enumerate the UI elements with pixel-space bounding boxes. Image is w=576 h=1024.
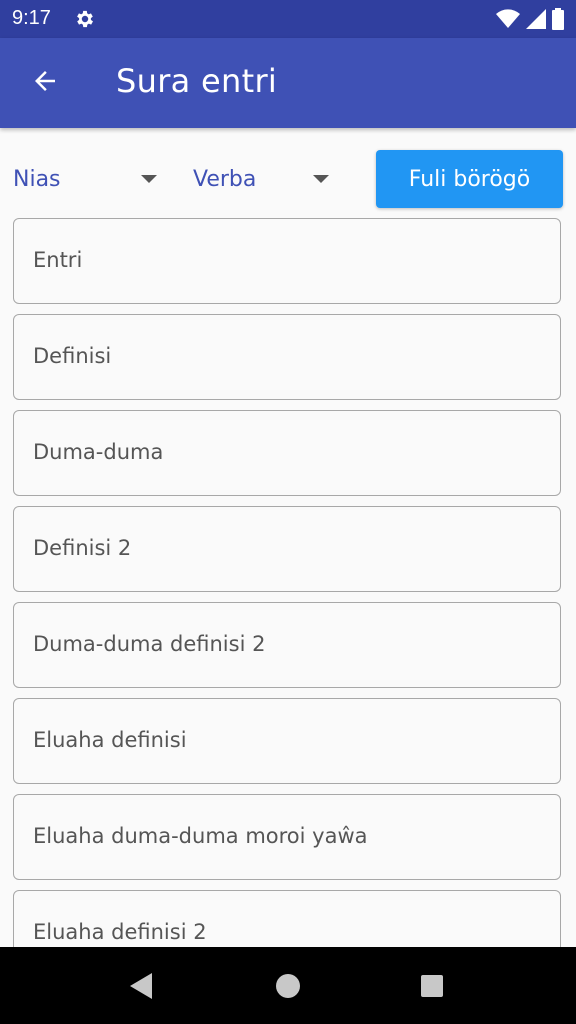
entry-field[interactable]: Entri <box>13 218 561 304</box>
status-bar: 9:17 <box>0 0 576 38</box>
back-button[interactable] <box>22 60 68 106</box>
field-placeholder: Definisi <box>33 344 112 368</box>
part-of-speech-dropdown[interactable]: Verba <box>193 150 335 208</box>
screen: 9:17 Sura entri Nias Verba Fuli börögö E… <box>0 0 576 1024</box>
signal-icon <box>526 9 546 33</box>
submit-button[interactable]: Fuli börögö <box>376 150 563 208</box>
page-title: Sura entri <box>116 62 278 100</box>
field-placeholder: Definisi 2 <box>33 536 132 560</box>
definition-translation-field[interactable]: Eluaha definisi <box>13 698 561 784</box>
app-bar: Sura entri <box>0 38 576 128</box>
field-placeholder: Duma-duma definisi 2 <box>33 632 266 656</box>
definition-2-translation-field[interactable]: Eluaha definisi 2 <box>13 890 561 948</box>
example-field[interactable]: Duma-duma <box>13 410 561 496</box>
example-translation-field[interactable]: Eluaha duma-duma moroi yaŵa <box>13 794 561 880</box>
gear-icon <box>74 8 96 30</box>
nav-recents-icon[interactable] <box>421 975 443 997</box>
definition-2-field[interactable]: Definisi 2 <box>13 506 561 592</box>
caret-down-icon <box>141 175 157 183</box>
battery-icon <box>552 8 564 34</box>
nav-back-icon[interactable] <box>130 973 152 999</box>
nav-home-icon[interactable] <box>276 974 300 998</box>
wifi-icon <box>496 9 520 33</box>
caret-down-icon <box>313 175 329 183</box>
system-nav-bar <box>0 947 576 1024</box>
controls-row: Nias Verba Fuli börögö <box>0 150 576 208</box>
field-placeholder: Entri <box>33 248 83 272</box>
definition-field[interactable]: Definisi <box>13 314 561 400</box>
field-placeholder: Eluaha definisi <box>33 728 187 752</box>
example-definition-2-field[interactable]: Duma-duma definisi 2 <box>13 602 561 688</box>
status-icons <box>496 8 564 34</box>
form-fields: Entri Definisi Duma-duma Definisi 2 Duma… <box>0 218 576 948</box>
language-dropdown[interactable]: Nias <box>13 150 163 208</box>
field-placeholder: Duma-duma <box>33 440 164 464</box>
field-placeholder: Eluaha duma-duma moroi yaŵa <box>33 824 368 848</box>
status-time: 9:17 <box>12 7 51 29</box>
part-of-speech-dropdown-value: Verba <box>193 166 257 192</box>
arrow-left-icon <box>30 66 60 100</box>
field-placeholder: Eluaha definisi 2 <box>33 920 207 944</box>
language-dropdown-value: Nias <box>13 166 61 192</box>
